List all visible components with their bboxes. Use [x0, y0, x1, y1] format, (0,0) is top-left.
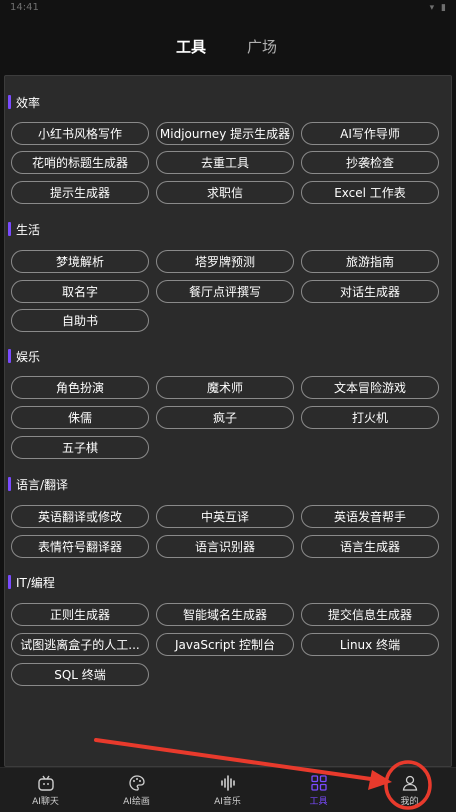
top-tabs: 工具 广场 [0, 30, 456, 60]
tool-chip[interactable]: 塔罗牌预测 [156, 250, 294, 273]
nav-label: AI聊天 [32, 797, 59, 807]
tab-plaza[interactable]: 广场 [247, 36, 277, 57]
tool-chip[interactable]: 语言识别器 [156, 535, 294, 558]
sound-wave-icon [220, 775, 235, 791]
user-icon [402, 775, 417, 791]
tool-chip[interactable]: 小红书风格写作 [11, 122, 149, 145]
tool-chip[interactable]: 打火机 [301, 406, 439, 429]
section-title: IT/编程 [16, 575, 55, 590]
section-accent-bar [8, 222, 11, 236]
app-root: 14:41 ▾ ▮ 工具 广场 效率 小红书风格写作 Midjourney 提示… [0, 0, 456, 812]
tab-tools[interactable]: 工具 [176, 36, 206, 57]
section-header-life: 生活 [8, 221, 40, 237]
section-title: 生活 [16, 222, 41, 237]
tool-chip[interactable]: 表情符号翻译器 [11, 535, 149, 558]
tool-chip[interactable]: 餐厅点评撰写 [156, 280, 294, 303]
tool-chip[interactable]: 提交信息生成器 [301, 603, 439, 626]
tool-chip[interactable]: 自助书 [11, 309, 149, 332]
section-accent-bar [8, 575, 11, 589]
tool-chip[interactable]: 旅游指南 [301, 250, 439, 273]
section-accent-bar [8, 95, 11, 109]
tool-chip[interactable]: Excel 工作表 [301, 181, 439, 204]
tool-chip[interactable]: 中英互译 [156, 505, 294, 528]
tool-chip[interactable]: 抄袭检查 [301, 151, 439, 174]
status-icons: ▾ ▮ [429, 3, 448, 13]
tool-chip[interactable]: 疯子 [156, 406, 294, 429]
tool-chip[interactable]: Midjourney 提示生成器 [156, 122, 294, 145]
grid-icon [310, 775, 327, 791]
nav-item-ai-drawing[interactable]: AI绘画 [91, 768, 182, 812]
section-accent-bar [8, 349, 11, 363]
status-time: 14:41 [10, 2, 39, 13]
tool-chip[interactable]: SQL 终端 [11, 663, 149, 686]
tool-chip[interactable]: 角色扮演 [11, 376, 149, 399]
tool-chip[interactable]: 去重工具 [156, 151, 294, 174]
section-header-entertainment: 娱乐 [8, 348, 40, 364]
tool-chip[interactable]: AI写作导师 [301, 122, 439, 145]
nav-label: 我的 [400, 797, 419, 807]
tool-chip[interactable]: 英语发音帮手 [301, 505, 439, 528]
tool-chip[interactable]: 语言生成器 [301, 535, 439, 558]
nav-label: 工具 [309, 797, 328, 807]
tool-chip[interactable]: 取名字 [11, 280, 149, 303]
tool-chip[interactable]: 花哨的标题生成器 [11, 151, 149, 174]
nav-item-ai-chat[interactable]: AI聊天 [0, 768, 91, 812]
tool-chip[interactable]: Linux 终端 [301, 633, 439, 656]
bottom-nav: AI聊天 AI绘画 AI音乐 工具 我的 [0, 767, 456, 812]
nav-item-ai-music[interactable]: AI音乐 [182, 768, 273, 812]
tool-chip[interactable]: 对话生成器 [301, 280, 439, 303]
tool-chip[interactable]: 五子棋 [11, 436, 149, 459]
section-header-it: IT/编程 [8, 574, 55, 590]
tool-chip[interactable]: 文本冒险游戏 [301, 376, 439, 399]
tool-chip[interactable]: 侏儒 [11, 406, 149, 429]
tool-chip[interactable]: 提示生成器 [11, 181, 149, 204]
tool-chip[interactable]: 英语翻译或修改 [11, 505, 149, 528]
tool-chip[interactable]: 梦境解析 [11, 250, 149, 273]
section-title: 语言/翻译 [16, 477, 69, 492]
section-title: 效率 [16, 95, 41, 110]
section-header-efficiency: 效率 [8, 94, 40, 110]
tool-chip[interactable]: 魔术师 [156, 376, 294, 399]
nav-label: AI绘画 [123, 797, 150, 807]
tools-panel: 效率 小红书风格写作 Midjourney 提示生成器 AI写作导师 花哨的标题… [4, 75, 452, 767]
tool-chip[interactable]: 正则生成器 [11, 603, 149, 626]
section-accent-bar [8, 477, 11, 491]
tool-chip[interactable]: 试图逃离盒子的人工... [11, 633, 149, 656]
palette-icon [128, 775, 145, 791]
tool-chip[interactable]: 求职信 [156, 181, 294, 204]
section-title: 娱乐 [16, 349, 41, 364]
tool-chip[interactable]: 智能域名生成器 [156, 603, 294, 626]
tool-chip[interactable]: JavaScript 控制台 [156, 633, 294, 656]
nav-item-tools[interactable]: 工具 [273, 768, 364, 812]
section-header-language: 语言/翻译 [8, 476, 68, 492]
status-bar: 14:41 ▾ ▮ [0, 0, 456, 20]
nav-item-me[interactable]: 我的 [364, 768, 455, 812]
tv-icon [37, 775, 54, 791]
nav-label: AI音乐 [214, 797, 241, 807]
